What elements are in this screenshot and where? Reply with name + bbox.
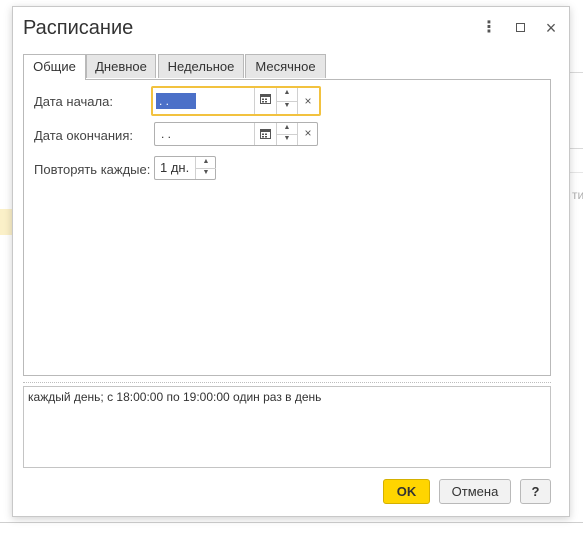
background-divider xyxy=(568,172,583,173)
calendar-icon[interactable] xyxy=(254,88,276,114)
close-icon[interactable]: × xyxy=(540,17,562,39)
tab-daily[interactable]: Дневное xyxy=(86,54,156,78)
spin-up-icon[interactable]: ▲ xyxy=(277,88,297,102)
repeat-every-label: Повторять каждые: xyxy=(34,162,151,177)
maximize-icon[interactable] xyxy=(509,17,531,39)
cancel-button[interactable]: Отмена xyxy=(439,479,511,504)
start-date-input[interactable]: . . xyxy=(156,93,196,109)
repeat-every-field[interactable]: 1 дн. ▲ ▼ xyxy=(154,156,216,180)
end-date-label: Дата окончания: xyxy=(34,128,133,143)
clear-icon[interactable]: × xyxy=(297,88,318,114)
help-button[interactable]: ? xyxy=(520,479,551,504)
repeat-every-input[interactable]: 1 дн. xyxy=(160,160,189,176)
background-partial-text: ти xyxy=(572,188,583,202)
start-date-spinner[interactable]: ▲ ▼ xyxy=(276,88,297,114)
spin-down-icon[interactable]: ▼ xyxy=(277,101,297,114)
end-date-input[interactable]: . . xyxy=(158,126,252,142)
tab-general[interactable]: Общие xyxy=(23,54,86,80)
tab-weekly[interactable]: Недельное xyxy=(158,54,244,78)
more-actions-icon[interactable]: ⋮ xyxy=(478,17,500,39)
background-divider xyxy=(568,148,583,149)
schedule-dialog: Расписание ⋮ × Общие Дневное Недельное М… xyxy=(12,6,570,517)
end-date-field[interactable]: . . ▲ ▼ × xyxy=(154,122,318,146)
clear-icon[interactable]: × xyxy=(297,123,318,145)
tab-monthly[interactable]: Месячное xyxy=(245,54,326,78)
end-date-spinner[interactable]: ▲ ▼ xyxy=(276,123,297,145)
background-selected-row xyxy=(0,209,12,235)
start-date-field[interactable]: . . ▲ ▼ × xyxy=(151,86,321,116)
spin-down-icon[interactable]: ▼ xyxy=(196,168,216,179)
splitter[interactable] xyxy=(23,382,551,383)
dialog-title: Расписание xyxy=(23,17,134,39)
calendar-icon[interactable] xyxy=(254,123,276,145)
spin-down-icon[interactable]: ▼ xyxy=(277,134,297,145)
background-divider xyxy=(0,522,583,523)
general-tab-panel: Дата начала: . . ▲ ▼ × Дата окончания: .… xyxy=(23,79,551,376)
background-divider xyxy=(568,72,583,73)
start-date-label: Дата начала: xyxy=(34,94,113,109)
ok-button[interactable]: OK xyxy=(383,479,430,504)
schedule-summary: каждый день; с 18:00:00 по 19:00:00 один… xyxy=(23,386,551,468)
repeat-every-spinner[interactable]: ▲ ▼ xyxy=(195,157,216,179)
